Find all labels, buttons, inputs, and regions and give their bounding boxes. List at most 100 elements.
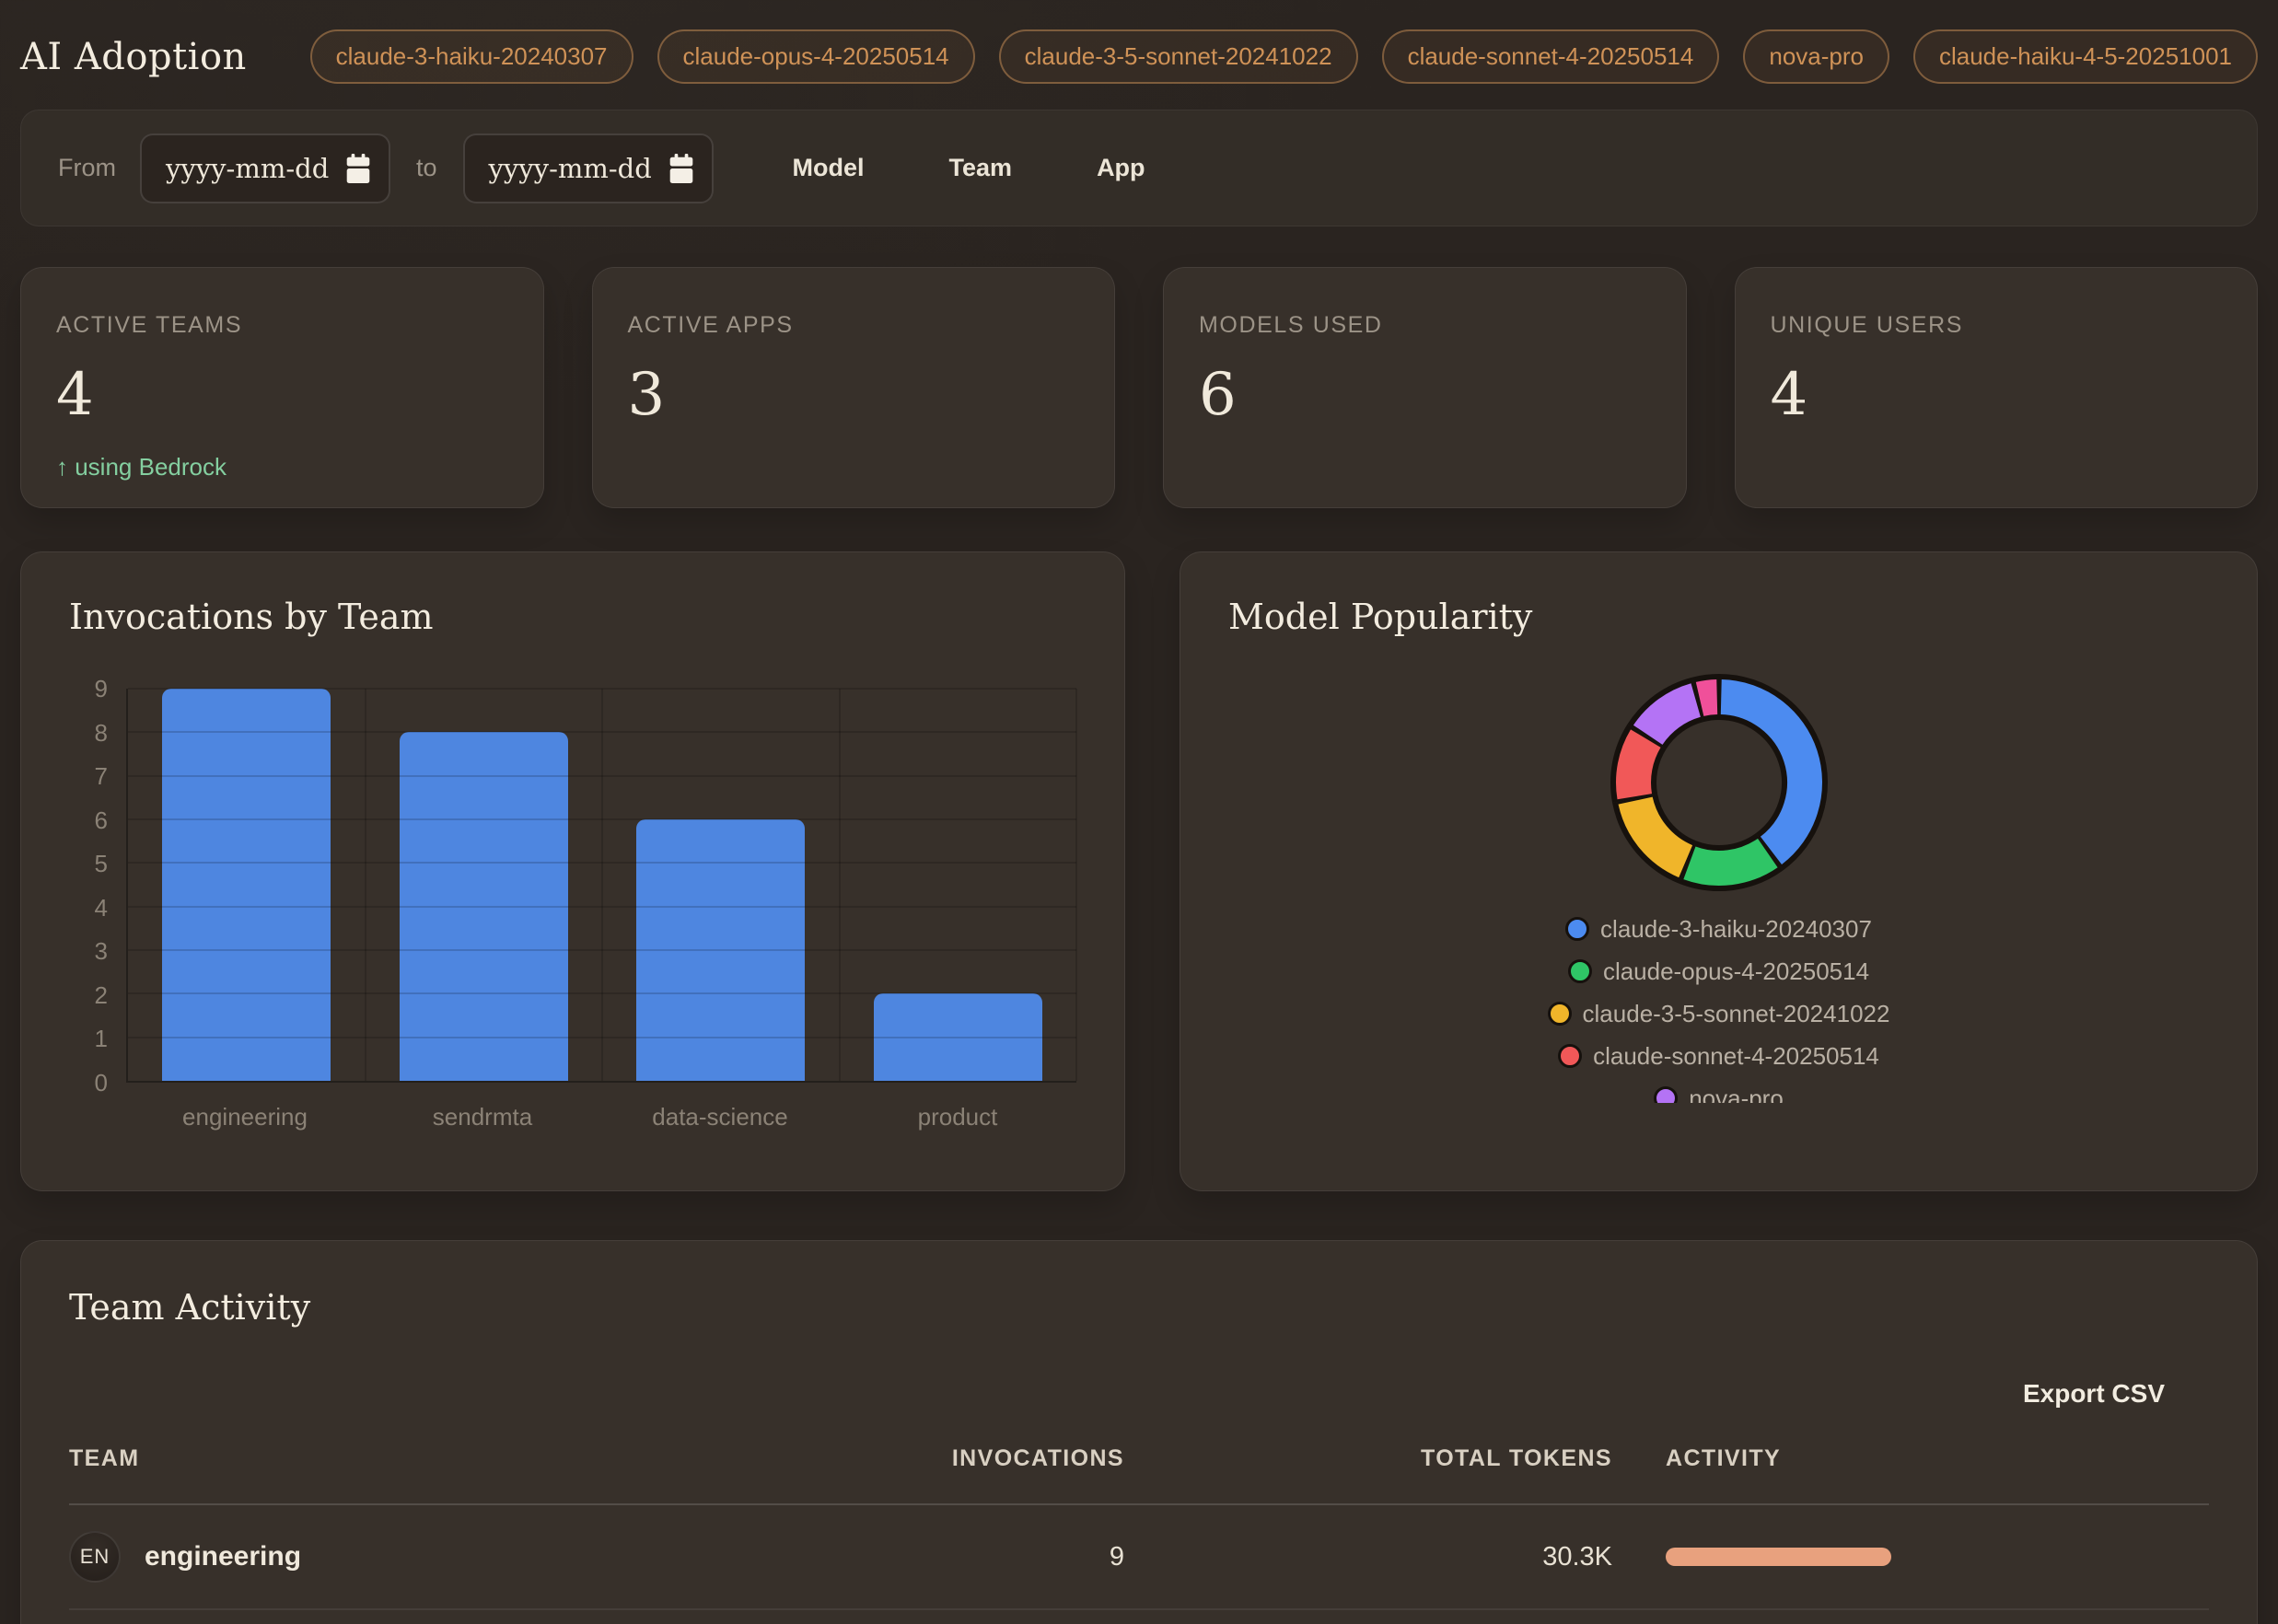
team-name: engineering <box>145 1541 301 1572</box>
stat-card-unique-users: UNIQUE USERS 4 <box>1735 267 2259 508</box>
model-popularity-card: Model Popularity claude-3-haiku-20240307… <box>1180 551 2258 1191</box>
date-from-input[interactable]: yyyy-mm-dd <box>140 133 390 203</box>
stat-value: 6 <box>1199 361 1651 429</box>
avatar: EN <box>69 1531 121 1583</box>
filter-buttons: Model Team App <box>793 154 1145 182</box>
legend-label: claude-3-haiku-20240307 <box>1600 915 1872 944</box>
legend-label: claude-opus-4-20250514 <box>1603 957 1869 986</box>
bar-slot <box>602 689 840 1081</box>
donut-segment-claude-opus-4-20250514 <box>1689 853 1767 868</box>
table-row: EN engineering 9 30.3K <box>69 1505 2209 1608</box>
legend-swatch-icon <box>1548 1002 1572 1026</box>
bar-slot <box>128 689 366 1081</box>
y-tick-label: 2 <box>95 983 108 1007</box>
stat-value: 4 <box>56 361 508 429</box>
bar-chart-title: Invocations by Team <box>69 597 1076 637</box>
team-activity-card: Team Activity Export CSV TEAM INVOCATION… <box>20 1240 2258 1624</box>
calendar-icon[interactable] <box>668 154 695 183</box>
x-axis-label: product <box>839 1103 1076 1131</box>
legend-item[interactable]: claude-3-5-sonnet-20241022 <box>1548 992 1890 1035</box>
export-row: Export CSV <box>69 1379 2209 1409</box>
y-tick-label: 8 <box>95 721 108 745</box>
plot-area <box>126 689 1076 1083</box>
column-header-team: TEAM <box>69 1434 756 1483</box>
donut-segment-claude-haiku-4-5-20251001 <box>1700 697 1717 699</box>
legend-swatch-icon <box>1565 917 1589 941</box>
model-chip[interactable]: claude-haiku-4-5-20251001 <box>1913 29 2258 84</box>
page-title: AI Adoption <box>20 36 247 78</box>
model-chip[interactable]: claude-3-haiku-20240307 <box>310 29 633 84</box>
header: AI Adoption claude-3-haiku-20240307claud… <box>20 29 2258 84</box>
x-axis-label: data-science <box>601 1103 839 1131</box>
filter-model-button[interactable]: Model <box>793 154 865 182</box>
stat-value: 3 <box>628 361 1080 429</box>
charts-row: Invocations by Team 0123456789 engineeri… <box>20 551 2258 1191</box>
calendar-icon[interactable] <box>344 154 372 183</box>
bar-slot <box>840 689 1077 1081</box>
donut-chart-title: Model Popularity <box>1228 597 2209 637</box>
legend-label: claude-sonnet-4-20250514 <box>1593 1042 1879 1071</box>
legend-swatch-icon <box>1558 1044 1582 1068</box>
stat-label: ACTIVE TEAMS <box>56 312 508 339</box>
x-axis-label: engineering <box>126 1103 364 1131</box>
invocations-value: 9 <box>756 1542 1124 1572</box>
legend-swatch-icon <box>1568 959 1592 983</box>
x-axis-labels: engineeringsendrmtadata-scienceproduct <box>126 1103 1076 1131</box>
date-to-value: yyyy-mm-dd <box>489 153 655 184</box>
activity-cell <box>1612 1548 2209 1566</box>
stat-label: MODELS USED <box>1199 312 1651 339</box>
gridline-vertical <box>839 689 841 1081</box>
y-tick-label: 4 <box>95 896 108 920</box>
y-tick-label: 7 <box>95 764 108 788</box>
donut-segment-claude-sonnet-4-20250514 <box>1633 738 1645 796</box>
x-axis-label: sendrmta <box>364 1103 601 1131</box>
donut-chart <box>1609 672 1830 893</box>
filter-app-button[interactable]: App <box>1097 154 1145 182</box>
column-header-invocations: INVOCATIONS <box>756 1434 1124 1483</box>
legend-label: nova-pro <box>1689 1085 1784 1104</box>
legend-swatch-icon <box>1654 1086 1678 1103</box>
y-axis: 0123456789 <box>69 689 126 1083</box>
donut-legend: claude-3-haiku-20240307 claude-opus-4-202… <box>1228 908 2209 1103</box>
gridline-vertical <box>1075 689 1077 1081</box>
invocations-by-team-card: Invocations by Team 0123456789 engineeri… <box>20 551 1125 1191</box>
model-chip[interactable]: nova-pro <box>1743 29 1889 84</box>
model-chip-list: claude-3-haiku-20240307 claude-opus-4-202… <box>310 29 2258 84</box>
model-chip[interactable]: claude-3-5-sonnet-20241022 <box>999 29 1358 84</box>
y-tick-label: 3 <box>95 939 108 963</box>
gridline-vertical <box>365 689 366 1081</box>
bar-slot <box>366 689 603 1081</box>
bar-engineering <box>162 689 331 1081</box>
stat-card-models-used: MODELS USED 6 <box>1163 267 1687 508</box>
model-chip[interactable]: claude-sonnet-4-20250514 <box>1382 29 1720 84</box>
date-to-input[interactable]: yyyy-mm-dd <box>463 133 714 203</box>
dashboard: AI Adoption claude-3-haiku-20240307claud… <box>0 0 2278 1624</box>
activity-bar <box>1666 1548 1891 1566</box>
to-label: to <box>416 154 437 182</box>
stat-note: ↑ using Bedrock <box>56 453 508 481</box>
legend-item[interactable]: claude-sonnet-4-20250514 <box>1558 1035 1879 1077</box>
stat-card-active-teams: ACTIVE TEAMS 4 ↑ using Bedrock <box>20 267 544 508</box>
legend-item[interactable]: claude-opus-4-20250514 <box>1568 950 1869 992</box>
legend-item[interactable]: claude-3-haiku-20240307 <box>1565 908 1872 950</box>
y-tick-label: 0 <box>95 1071 108 1095</box>
legend-label: claude-3-5-sonnet-20241022 <box>1583 1000 1890 1028</box>
filter-bar: From yyyy-mm-dd to yyyy-mm-dd Model Team <box>20 110 2258 226</box>
donut-wrap <box>1228 672 2209 893</box>
y-tick-label: 6 <box>95 808 108 832</box>
column-header-total-tokens: TOTAL TOKENS <box>1124 1434 1612 1483</box>
column-header-activity: ACTIVITY <box>1612 1434 2209 1483</box>
donut-segment-nova-pro <box>1647 701 1695 736</box>
legend-item[interactable]: nova-pro <box>1654 1077 1784 1103</box>
stat-card-active-apps: ACTIVE APPS 3 <box>592 267 1116 508</box>
y-tick-label: 1 <box>95 1027 108 1050</box>
export-csv-button[interactable]: Export CSV <box>2023 1379 2165 1409</box>
y-tick-label: 5 <box>95 852 108 876</box>
bar-chart: 0123456789 <box>69 689 1076 1083</box>
from-label: From <box>58 154 116 182</box>
team-activity-title: Team Activity <box>69 1287 2209 1328</box>
date-from-value: yyyy-mm-dd <box>166 153 331 184</box>
model-chip[interactable]: claude-opus-4-20250514 <box>657 29 975 84</box>
filter-team-button[interactable]: Team <box>949 154 1013 182</box>
table-header: TEAM INVOCATIONS TOTAL TOKENS ACTIVITY <box>69 1434 2209 1483</box>
